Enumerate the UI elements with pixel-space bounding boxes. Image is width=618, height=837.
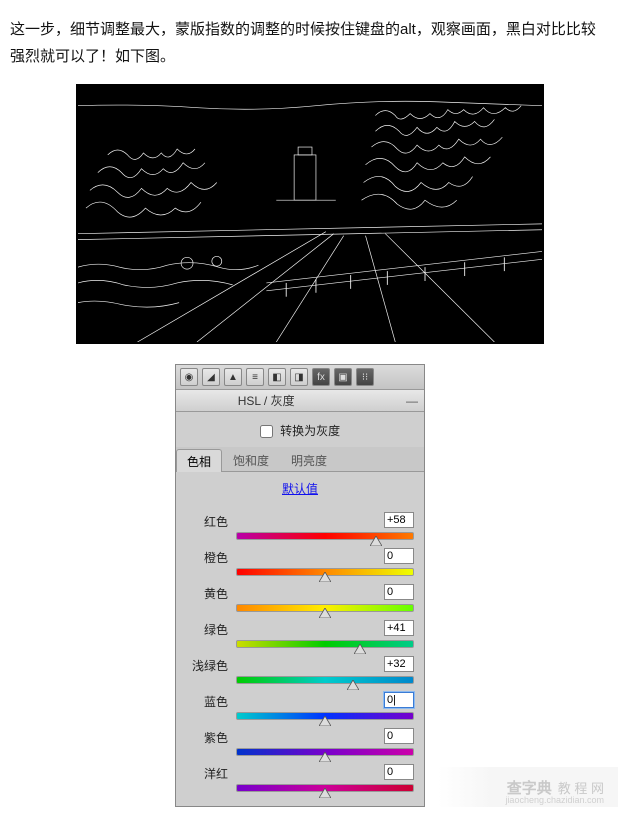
article-paragraph: 这一步，细节调整最大，蒙版指数的调整的时候按住键盘的alt，观察画面，黑白对比比… bbox=[0, 0, 618, 78]
triangle-icon[interactable]: ▲ bbox=[224, 368, 242, 386]
preview-image-wrap bbox=[0, 78, 618, 364]
slider-row-绿色: 绿色 bbox=[186, 618, 414, 654]
slider-value-input[interactable] bbox=[384, 548, 414, 564]
slider-value-input[interactable] bbox=[384, 728, 414, 744]
aperture-icon[interactable]: ◉ bbox=[180, 368, 198, 386]
slider-value-input[interactable] bbox=[384, 512, 414, 528]
slider-handle[interactable] bbox=[319, 608, 331, 618]
slider-handle[interactable] bbox=[319, 716, 331, 726]
convert-grayscale-checkbox[interactable] bbox=[260, 425, 273, 438]
sliders-icon[interactable]: ⁝⁝ bbox=[356, 368, 374, 386]
watermark: 查字典 教 程 网 jiaocheng.chazidian.com bbox=[438, 767, 618, 807]
slider-label: 红色 bbox=[186, 512, 228, 530]
convert-grayscale-row: 转换为灰度 bbox=[176, 412, 424, 447]
split-icon[interactable]: ◧ bbox=[268, 368, 286, 386]
tabs: 色相饱和度明亮度 bbox=[176, 447, 424, 472]
tab-明亮度[interactable]: 明亮度 bbox=[280, 448, 338, 471]
panel-toolbar: ◉ ◢ ▲ ≡ ◧ ◨ fx ▣ ⁝⁝ bbox=[176, 365, 424, 390]
slider-track[interactable] bbox=[236, 676, 414, 684]
slider-row-橙色: 橙色 bbox=[186, 546, 414, 582]
slider-label: 绿色 bbox=[186, 620, 228, 638]
slider-row-洋红: 洋红 bbox=[186, 762, 414, 798]
slider-track[interactable] bbox=[236, 568, 414, 576]
camera-icon[interactable]: ▣ bbox=[334, 368, 352, 386]
slider-label: 紫色 bbox=[186, 728, 228, 746]
slider-handle[interactable] bbox=[370, 536, 382, 546]
panel-title: HSL / 灰度 — bbox=[176, 390, 424, 412]
histogram-icon[interactable]: ◢ bbox=[202, 368, 220, 386]
slider-row-紫色: 紫色 bbox=[186, 726, 414, 762]
slider-row-红色: 红色 bbox=[186, 510, 414, 546]
slider-handle[interactable] bbox=[354, 644, 366, 654]
slider-row-黄色: 黄色 bbox=[186, 582, 414, 618]
lines-icon[interactable]: ≡ bbox=[246, 368, 264, 386]
slider-value-input[interactable] bbox=[384, 692, 414, 708]
split2-icon[interactable]: ◨ bbox=[290, 368, 308, 386]
sliders-group: 红色橙色黄色绿色浅绿色蓝色紫色洋红 bbox=[176, 510, 424, 806]
slider-label: 蓝色 bbox=[186, 692, 228, 710]
slider-value-input[interactable] bbox=[384, 584, 414, 600]
slider-handle[interactable] bbox=[347, 680, 359, 690]
slider-row-浅绿色: 浅绿色 bbox=[186, 654, 414, 690]
slider-label: 黄色 bbox=[186, 584, 228, 602]
preview-image bbox=[76, 84, 544, 344]
slider-track[interactable] bbox=[236, 748, 414, 756]
slider-handle[interactable] bbox=[319, 752, 331, 762]
defaults-row: 默认值 bbox=[176, 472, 424, 510]
slider-track[interactable] bbox=[236, 640, 414, 648]
collapse-icon[interactable]: — bbox=[406, 394, 418, 408]
tab-色相[interactable]: 色相 bbox=[176, 449, 222, 472]
slider-handle[interactable] bbox=[319, 788, 331, 798]
slider-label: 洋红 bbox=[186, 764, 228, 782]
slider-label: 浅绿色 bbox=[186, 656, 228, 674]
slider-track[interactable] bbox=[236, 712, 414, 720]
slider-value-input[interactable] bbox=[384, 620, 414, 636]
tab-饱和度[interactable]: 饱和度 bbox=[222, 448, 280, 471]
slider-handle[interactable] bbox=[319, 572, 331, 582]
convert-grayscale-label[interactable]: 转换为灰度 bbox=[260, 424, 340, 438]
slider-label: 橙色 bbox=[186, 548, 228, 566]
slider-value-input[interactable] bbox=[384, 656, 414, 672]
slider-track[interactable] bbox=[236, 532, 414, 540]
fx-icon[interactable]: fx bbox=[312, 368, 330, 386]
slider-track[interactable] bbox=[236, 784, 414, 792]
slider-track[interactable] bbox=[236, 604, 414, 612]
slider-value-input[interactable] bbox=[384, 764, 414, 780]
hsl-panel: ◉ ◢ ▲ ≡ ◧ ◨ fx ▣ ⁝⁝ HSL / 灰度 — 转换为灰度 色相饱… bbox=[175, 364, 425, 807]
defaults-link[interactable]: 默认值 bbox=[282, 482, 318, 496]
slider-row-蓝色: 蓝色 bbox=[186, 690, 414, 726]
